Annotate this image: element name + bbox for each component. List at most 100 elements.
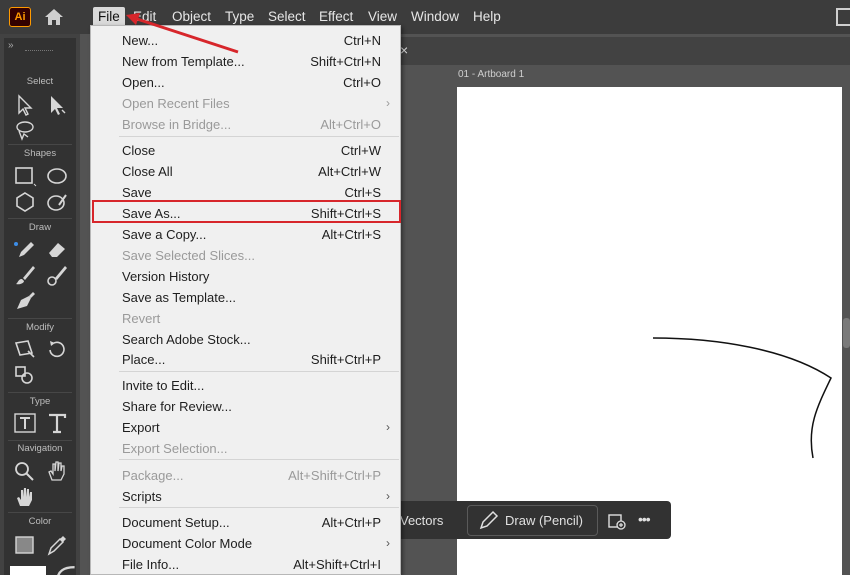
- pencil-icon: [479, 510, 499, 530]
- menu-item-browse-in-bridge[interactable]: Browse in Bridge... Alt+Ctrl+O: [91, 115, 400, 135]
- menu-item-label: Place...: [122, 352, 166, 367]
- menu-item-shortcut: Shift+Ctrl+P: [310, 352, 381, 367]
- gradient-tool-icon[interactable]: [13, 534, 37, 556]
- menu-item-shortcut: Alt+Ctrl+P: [321, 515, 381, 530]
- menu-item-close-all[interactable]: Close All Alt+Ctrl+W: [91, 162, 400, 182]
- type-on-path-tool-icon[interactable]: [13, 412, 37, 434]
- tab-close-icon[interactable]: ×: [400, 42, 408, 58]
- menu-item-shortcut: Alt+Shift+Ctrl+I: [293, 557, 381, 572]
- menu-item-shortcut: Ctrl+O: [343, 75, 381, 90]
- submenu-chevron-icon: ›: [386, 420, 390, 434]
- menu-item-search-adobe-stock[interactable]: Search Adobe Stock...: [91, 330, 400, 350]
- lasso-tool-icon[interactable]: [13, 119, 37, 141]
- menu-item-document-color-mode[interactable]: Document Color Mode ›: [91, 534, 400, 554]
- menu-item-label: Browse in Bridge...: [122, 117, 232, 132]
- direct-selection-tool-icon[interactable]: [45, 94, 69, 116]
- pencil-tool-icon[interactable]: [13, 238, 37, 260]
- menu-item-open[interactable]: Open... Ctrl+O: [91, 73, 400, 93]
- polygon-tool-icon[interactable]: [13, 191, 37, 213]
- zoom-tool-icon[interactable]: [13, 460, 37, 482]
- menu-item-shortcut: Alt+Shift+Ctrl+P: [288, 468, 381, 483]
- menu-item-label: Share for Review...: [122, 399, 232, 414]
- draw-pencil-label: Draw (Pencil): [505, 513, 584, 528]
- menu-item-label: Close: [122, 143, 156, 158]
- menu-item-share-for-review[interactable]: Share for Review...: [91, 397, 400, 417]
- menu-separator: [119, 507, 399, 508]
- shaper-tool-icon[interactable]: [45, 191, 69, 213]
- menu-item-document-setup[interactable]: Document Setup... Alt+Ctrl+P: [91, 513, 400, 533]
- menu-item-package[interactable]: Package... Alt+Shift+Ctrl+P: [91, 466, 400, 486]
- menu-item-label: Export: [122, 420, 160, 435]
- toolbar-divider: [8, 144, 72, 145]
- section-label-modify: Modify: [26, 322, 54, 333]
- eraser-tool-icon[interactable]: [45, 238, 69, 260]
- rectangle-tool-icon[interactable]: [13, 165, 37, 187]
- menu-item-label: Document Setup...: [122, 515, 230, 530]
- toolbar-divider: [8, 218, 72, 219]
- section-label-shapes: Shapes: [23, 148, 57, 159]
- rotate-view-tool-icon[interactable]: [13, 486, 37, 508]
- menu-item-label: File Info...: [122, 557, 180, 572]
- menu-item-open-recent-files[interactable]: Open Recent Files ›: [91, 94, 400, 114]
- blob-brush-tool-icon[interactable]: [45, 264, 69, 286]
- menu-item-label: Open Recent Files: [122, 96, 230, 111]
- menu-item-file-info[interactable]: File Info... Alt+Shift+Ctrl+I: [91, 555, 400, 575]
- menu-item-shortcut: Ctrl+N: [343, 33, 381, 48]
- menu-item-close[interactable]: Close Ctrl+W: [91, 141, 400, 161]
- menu-item-shortcut: Shift+Ctrl+N: [310, 54, 381, 69]
- add-image-icon[interactable]: [608, 512, 626, 530]
- share-icon[interactable]: [836, 8, 850, 26]
- section-label-color: Color: [28, 516, 52, 527]
- menu-item-shortcut: Alt+Ctrl+W: [318, 164, 381, 179]
- eyedropper-tool-icon[interactable]: [45, 534, 69, 556]
- menu-item-label: Scripts: [122, 489, 162, 504]
- menu-item-label: Package...: [122, 468, 184, 483]
- menu-window[interactable]: Window: [411, 8, 459, 26]
- more-options-icon[interactable]: •••: [638, 511, 651, 527]
- toolbar-grip[interactable]: [25, 50, 53, 53]
- menu-view[interactable]: View: [368, 8, 397, 26]
- submenu-chevron-icon: ›: [386, 96, 390, 110]
- menu-item-save-a-copy[interactable]: Save a Copy... Alt+Ctrl+S: [91, 225, 400, 245]
- rotate-tool-icon[interactable]: [45, 338, 69, 360]
- paintbrush-tool-icon[interactable]: [13, 264, 37, 286]
- toolbar-collapse-icon[interactable]: »: [8, 40, 14, 51]
- menu-item-version-history[interactable]: Version History: [91, 267, 400, 287]
- menu-help[interactable]: Help: [473, 8, 501, 26]
- artboard-label[interactable]: 01 - Artboard 1: [458, 69, 524, 80]
- section-label-draw: Draw: [28, 222, 52, 233]
- menu-item-revert[interactable]: Revert: [91, 309, 400, 329]
- menu-item-label: Invite to Edit...: [122, 378, 205, 393]
- menu-item-label: Revert: [122, 311, 161, 326]
- menu-effect[interactable]: Effect: [319, 8, 353, 26]
- selection-tool-icon[interactable]: [13, 94, 37, 116]
- fill-swatch[interactable]: [10, 566, 46, 575]
- menu-select[interactable]: Select: [268, 8, 306, 26]
- menu-item-shortcut: Ctrl+S: [344, 185, 381, 200]
- vertical-scrollbar[interactable]: [843, 318, 850, 348]
- menu-item-export-selection[interactable]: Export Selection...: [91, 439, 400, 459]
- menu-item-scripts[interactable]: Scripts ›: [91, 487, 400, 507]
- type-tool-icon[interactable]: [45, 412, 69, 434]
- menu-item-invite-to-edit[interactable]: Invite to Edit...: [91, 376, 400, 396]
- menu-item-save-selected-slices[interactable]: Save Selected Slices...: [91, 246, 400, 266]
- menu-separator: [119, 459, 399, 460]
- free-transform-tool-icon[interactable]: [13, 338, 37, 360]
- toolbar-divider: [8, 392, 72, 393]
- shape-builder-tool-icon[interactable]: [13, 364, 37, 386]
- ellipse-tool-icon[interactable]: [45, 165, 69, 187]
- submenu-chevron-icon: ›: [386, 489, 390, 503]
- menu-item-label: Save Selected Slices...: [122, 248, 255, 263]
- section-label-type: Type: [29, 396, 51, 407]
- menu-item-save-as-template[interactable]: Save as Template...: [91, 288, 400, 308]
- menu-item-place[interactable]: Place... Shift+Ctrl+P: [91, 350, 400, 370]
- menu-item-export[interactable]: Export ›: [91, 418, 400, 438]
- hand-tool-icon[interactable]: [45, 460, 69, 482]
- section-label-navigation: Navigation: [17, 443, 63, 454]
- home-icon[interactable]: [42, 6, 66, 28]
- vectors-button[interactable]: Vectors: [400, 513, 443, 528]
- menu-item-shortcut: Ctrl+W: [340, 143, 381, 158]
- pen-tool-icon[interactable]: [13, 290, 37, 312]
- submenu-chevron-icon: ›: [386, 536, 390, 550]
- swap-colors-icon[interactable]: [54, 563, 75, 575]
